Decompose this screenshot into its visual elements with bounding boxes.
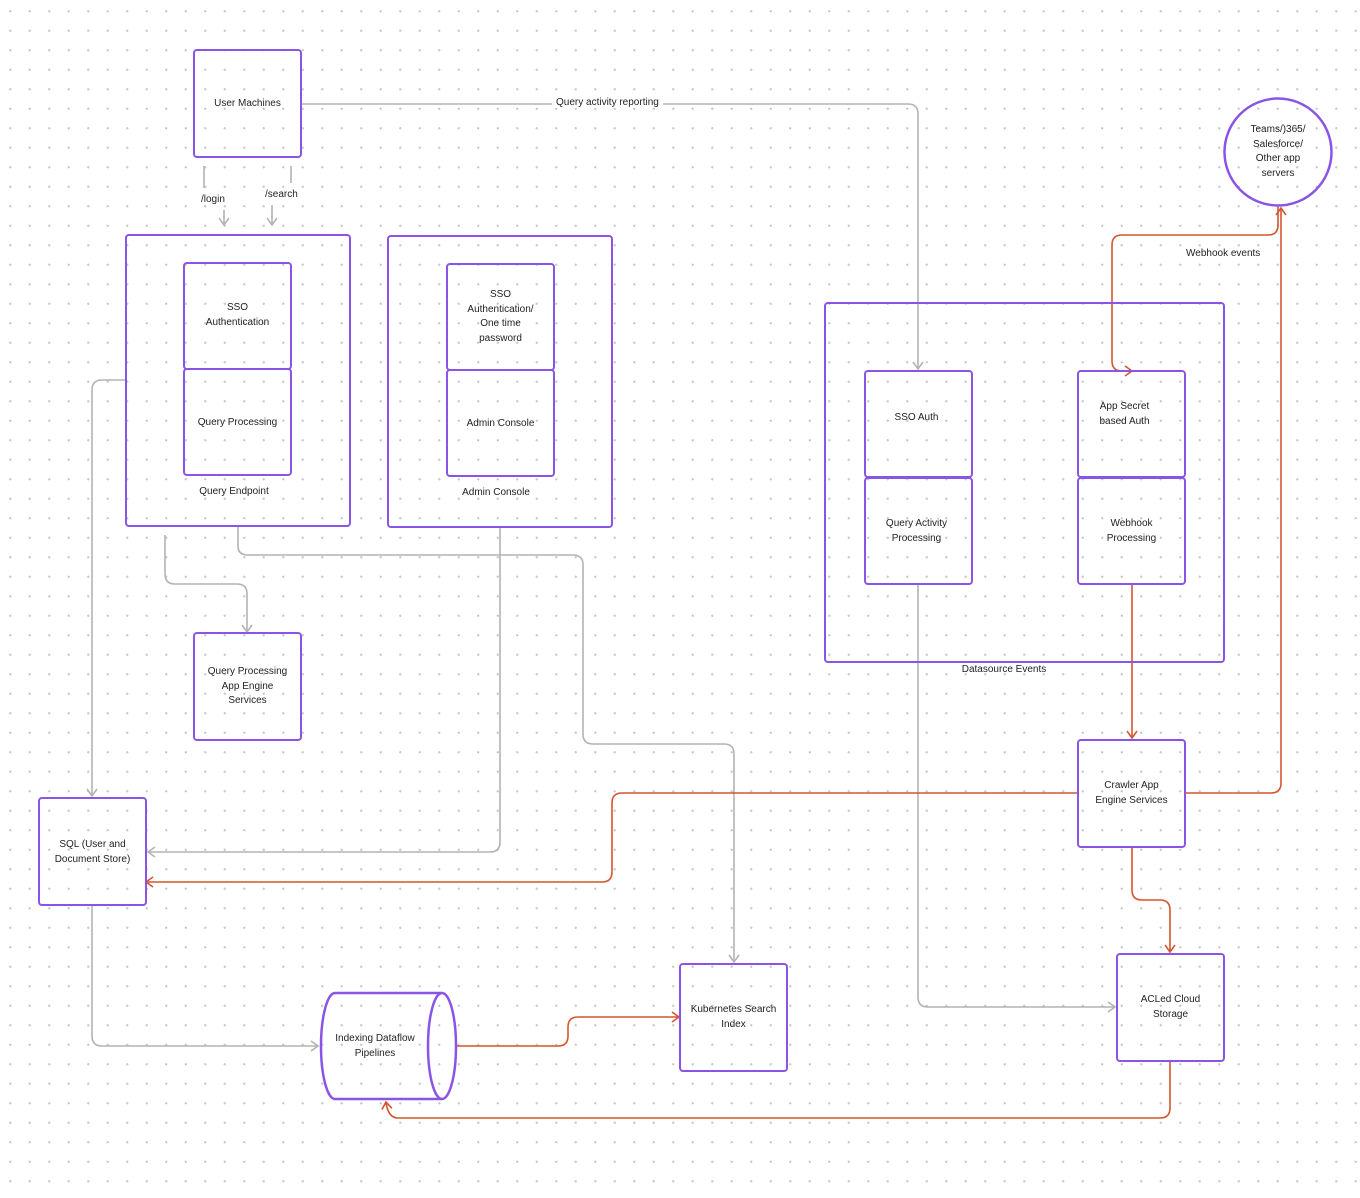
login-edge-label: /login [201, 194, 225, 205]
query-activity-reporting-label: Query activity reporting [552, 97, 663, 108]
external-servers-label: Teams/)365/ Salesforce/ Other app server… [1250, 124, 1306, 179]
search-edge-label: /search [265, 189, 298, 200]
edge-query-endpoint-to-app-engine [164, 535, 253, 634]
ac-sso-auth-label: SSO Authentication/ One time password [467, 289, 534, 344]
ds-query-activity-label: Query Activity Processing [885, 518, 948, 544]
indexing-pipelines-label: Indexing Dataflow Pipelines [335, 1033, 415, 1059]
qe-sso-auth-label: SSO Authentication [205, 302, 270, 328]
edge-crawler-to-storage [1131, 848, 1176, 954]
kubernetes-index-label: Kubernetes Search Index [690, 1004, 777, 1030]
edge-query-endpoint-to-k8s [237, 527, 740, 964]
admin-console-group-label: Admin Console [462, 487, 530, 498]
ac-admin-console-label: Admin Console [466, 418, 535, 429]
cloud-storage-label: ACLed Cloud Storage [1140, 994, 1201, 1020]
edge-crawler-to-sql [144, 792, 1077, 888]
datasource-events-group-label: Datasource Events [961, 664, 1047, 675]
edge-sql-to-indexing [91, 906, 320, 1052]
edge-query-endpoint-to-sql [86, 379, 126, 798]
query-endpoint-group-label: Query Endpoint [199, 486, 269, 497]
webhook-events-label: Webhook events [1186, 248, 1261, 259]
query-app-engine-label: Query Processing App Engine Services [207, 666, 288, 706]
sql-store-label: SQL (User and Document Store) [54, 839, 131, 865]
ds-sso-auth-label: SSO Auth [894, 412, 939, 423]
edge-indexing-to-k8s [457, 1011, 681, 1047]
qe-query-processing-label: Query Processing [197, 417, 278, 428]
ds-webhook-processing-label: Webhook Processing [1106, 518, 1157, 544]
crawler-app-engine-label: Crawler App Engine Services [1095, 780, 1168, 806]
ds-app-secret-auth-label: App Secret based Auth [1099, 401, 1150, 427]
user-machines-label: User Machines [214, 98, 281, 109]
